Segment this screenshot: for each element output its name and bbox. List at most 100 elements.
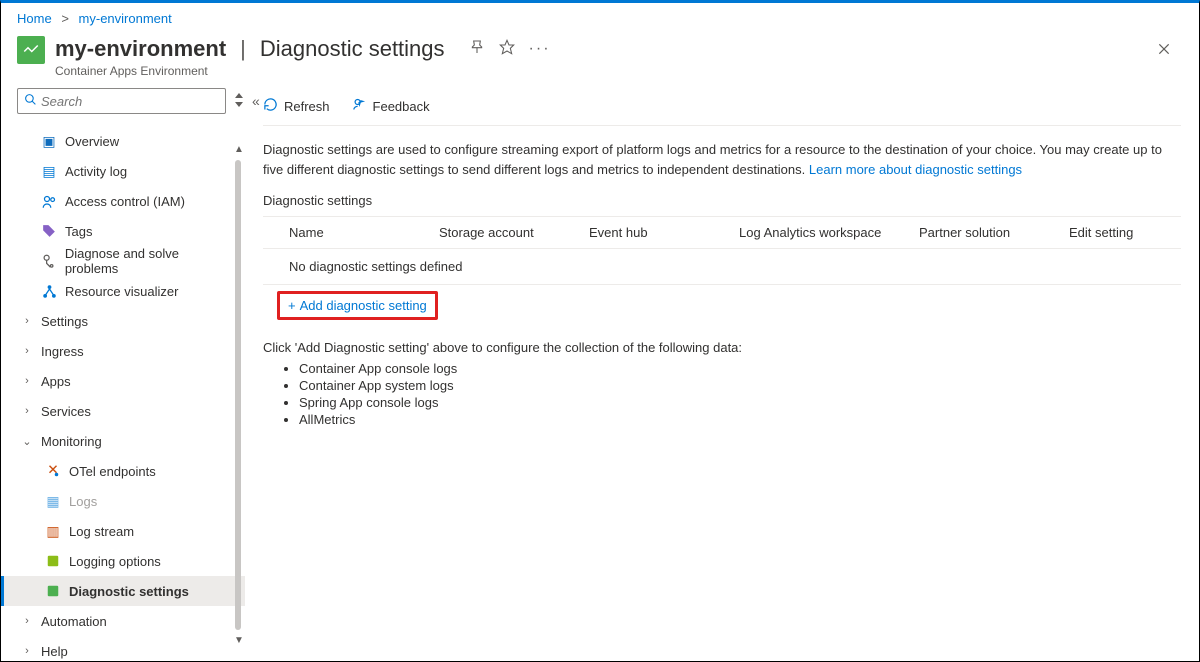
column-header-edit: Edit setting	[1069, 225, 1169, 240]
nav-label: Diagnose and solve problems	[65, 246, 235, 276]
sort-icon[interactable]	[234, 93, 244, 110]
breadcrumb-home[interactable]: Home	[17, 11, 52, 26]
scrollbar-thumb[interactable]	[235, 160, 241, 630]
collapse-sidebar-icon[interactable]: «	[252, 93, 260, 109]
resource-name: my-environment	[55, 36, 226, 62]
page-title: Diagnostic settings	[260, 36, 445, 62]
breadcrumb-separator: >	[61, 11, 69, 26]
nav-label: Logging options	[69, 554, 161, 569]
nav-logging-options[interactable]: Logging options	[1, 546, 245, 576]
description-body: Diagnostic settings are used to configur…	[263, 142, 1162, 177]
refresh-button[interactable]: Refresh	[263, 97, 330, 116]
table-header-row: Name Storage account Event hub Log Analy…	[263, 217, 1181, 249]
breadcrumb: Home > my-environment	[1, 3, 1199, 30]
nav-label: Help	[41, 644, 68, 659]
feedback-button[interactable]: Feedback	[352, 97, 430, 116]
nav-label: Automation	[41, 614, 107, 629]
nav-label: Activity log	[65, 164, 127, 179]
search-input[interactable]	[41, 94, 219, 109]
nav-tags[interactable]: Tags	[1, 216, 245, 246]
nav-label: Settings	[41, 314, 88, 329]
learn-more-link[interactable]: Learn more about diagnostic settings	[809, 162, 1022, 177]
data-type-item: Container App console logs	[299, 361, 1181, 376]
overview-icon: ▣	[41, 133, 57, 149]
description-text: Diagnostic settings are used to configur…	[263, 140, 1181, 179]
scroll-up-icon[interactable]: ▲	[234, 144, 244, 155]
nav-label: Log stream	[69, 524, 134, 539]
nav-settings-group[interactable]: › Settings	[1, 306, 245, 336]
nav-log-stream[interactable]: ▥ Log stream	[1, 516, 245, 546]
nav-label: OTel endpoints	[69, 464, 156, 479]
nav-monitoring-group[interactable]: ⌄ Monitoring	[1, 426, 245, 456]
column-header-partner: Partner solution	[919, 225, 1069, 240]
title-separator: |	[240, 36, 246, 62]
nav-label: Resource visualizer	[65, 284, 178, 299]
plus-icon: +	[288, 298, 296, 313]
data-type-item: Spring App console logs	[299, 395, 1181, 410]
nav-iam[interactable]: Access control (IAM)	[1, 186, 245, 216]
sidebar: « ▣ Overview ▤ Activity log Access contr…	[1, 88, 245, 660]
toolbar-label: Refresh	[284, 99, 330, 114]
sidebar-search[interactable]	[17, 88, 226, 114]
resource-type-icon	[17, 36, 45, 64]
nav-label: Logs	[69, 494, 97, 509]
chevron-right-icon: ›	[21, 405, 33, 417]
more-icon[interactable]: ···	[529, 40, 551, 58]
log-stream-icon: ▥	[45, 523, 61, 539]
section-title: Diagnostic settings	[263, 193, 1181, 208]
table-empty-row: No diagnostic settings defined	[263, 249, 1181, 284]
data-types-list: Container App console logs Container App …	[299, 361, 1181, 427]
diagnostic-settings-table: Name Storage account Event hub Log Analy…	[263, 216, 1181, 285]
chevron-right-icon: ›	[21, 345, 33, 357]
data-type-item: AllMetrics	[299, 412, 1181, 427]
toolbar-label: Feedback	[373, 99, 430, 114]
add-setting-highlight: + Add diagnostic setting	[277, 291, 438, 320]
resource-type-label: Container Apps Environment	[55, 64, 551, 78]
toolbar: Refresh Feedback	[263, 88, 1181, 126]
add-diagnostic-setting-button[interactable]: + Add diagnostic setting	[288, 298, 427, 313]
nav-ingress-group[interactable]: › Ingress	[1, 336, 245, 366]
page-header: my-environment | Diagnostic settings ···…	[1, 30, 1199, 88]
visualizer-icon	[41, 283, 57, 299]
nav-resource-visualizer[interactable]: Resource visualizer	[1, 276, 245, 306]
chevron-right-icon: ›	[21, 375, 33, 387]
chevron-down-icon: ⌄	[21, 435, 33, 448]
breadcrumb-env[interactable]: my-environment	[79, 11, 172, 26]
column-header-law: Log Analytics workspace	[739, 225, 919, 240]
nav-overview[interactable]: ▣ Overview	[1, 126, 245, 156]
feedback-icon	[352, 97, 367, 116]
add-setting-label: Add diagnostic setting	[300, 298, 427, 313]
nav-logs[interactable]: ▦ Logs	[1, 486, 245, 516]
nav-automation-group[interactable]: › Automation	[1, 606, 245, 636]
data-type-item: Container App system logs	[299, 378, 1181, 393]
column-header-eventhub: Event hub	[589, 225, 739, 240]
iam-icon	[41, 193, 57, 209]
pin-icon[interactable]	[469, 39, 485, 60]
logs-icon: ▦	[45, 493, 61, 509]
scroll-down-icon[interactable]: ▼	[234, 635, 244, 646]
column-header-name: Name	[289, 225, 439, 240]
nav-services-group[interactable]: › Services	[1, 396, 245, 426]
activity-log-icon: ▤	[41, 163, 57, 179]
chevron-right-icon: ›	[21, 645, 33, 657]
nav-diagnostic-settings[interactable]: Diagnostic settings	[1, 576, 245, 606]
nav-apps-group[interactable]: › Apps	[1, 366, 245, 396]
column-header-storage: Storage account	[439, 225, 589, 240]
nav-label: Services	[41, 404, 91, 419]
logging-options-icon	[45, 553, 61, 569]
hint-text: Click 'Add Diagnostic setting' above to …	[263, 340, 1181, 355]
nav-help-group[interactable]: › Help	[1, 636, 245, 660]
nav-label: Apps	[41, 374, 71, 389]
favorite-icon[interactable]	[499, 39, 515, 60]
nav-label: Diagnostic settings	[69, 584, 189, 599]
nav-label: Tags	[65, 224, 92, 239]
nav-activity-log[interactable]: ▤ Activity log	[1, 156, 245, 186]
nav-otel-endpoints[interactable]: OTel endpoints	[1, 456, 245, 486]
nav-diagnose[interactable]: Diagnose and solve problems	[1, 246, 245, 276]
otel-icon	[45, 463, 61, 479]
nav-label: Monitoring	[41, 434, 102, 449]
sidebar-scrollbar[interactable]: ▲ ▼	[233, 140, 243, 650]
chevron-right-icon: ›	[21, 615, 33, 627]
close-blade-button[interactable]	[1149, 36, 1179, 65]
diagnose-icon	[41, 253, 57, 269]
